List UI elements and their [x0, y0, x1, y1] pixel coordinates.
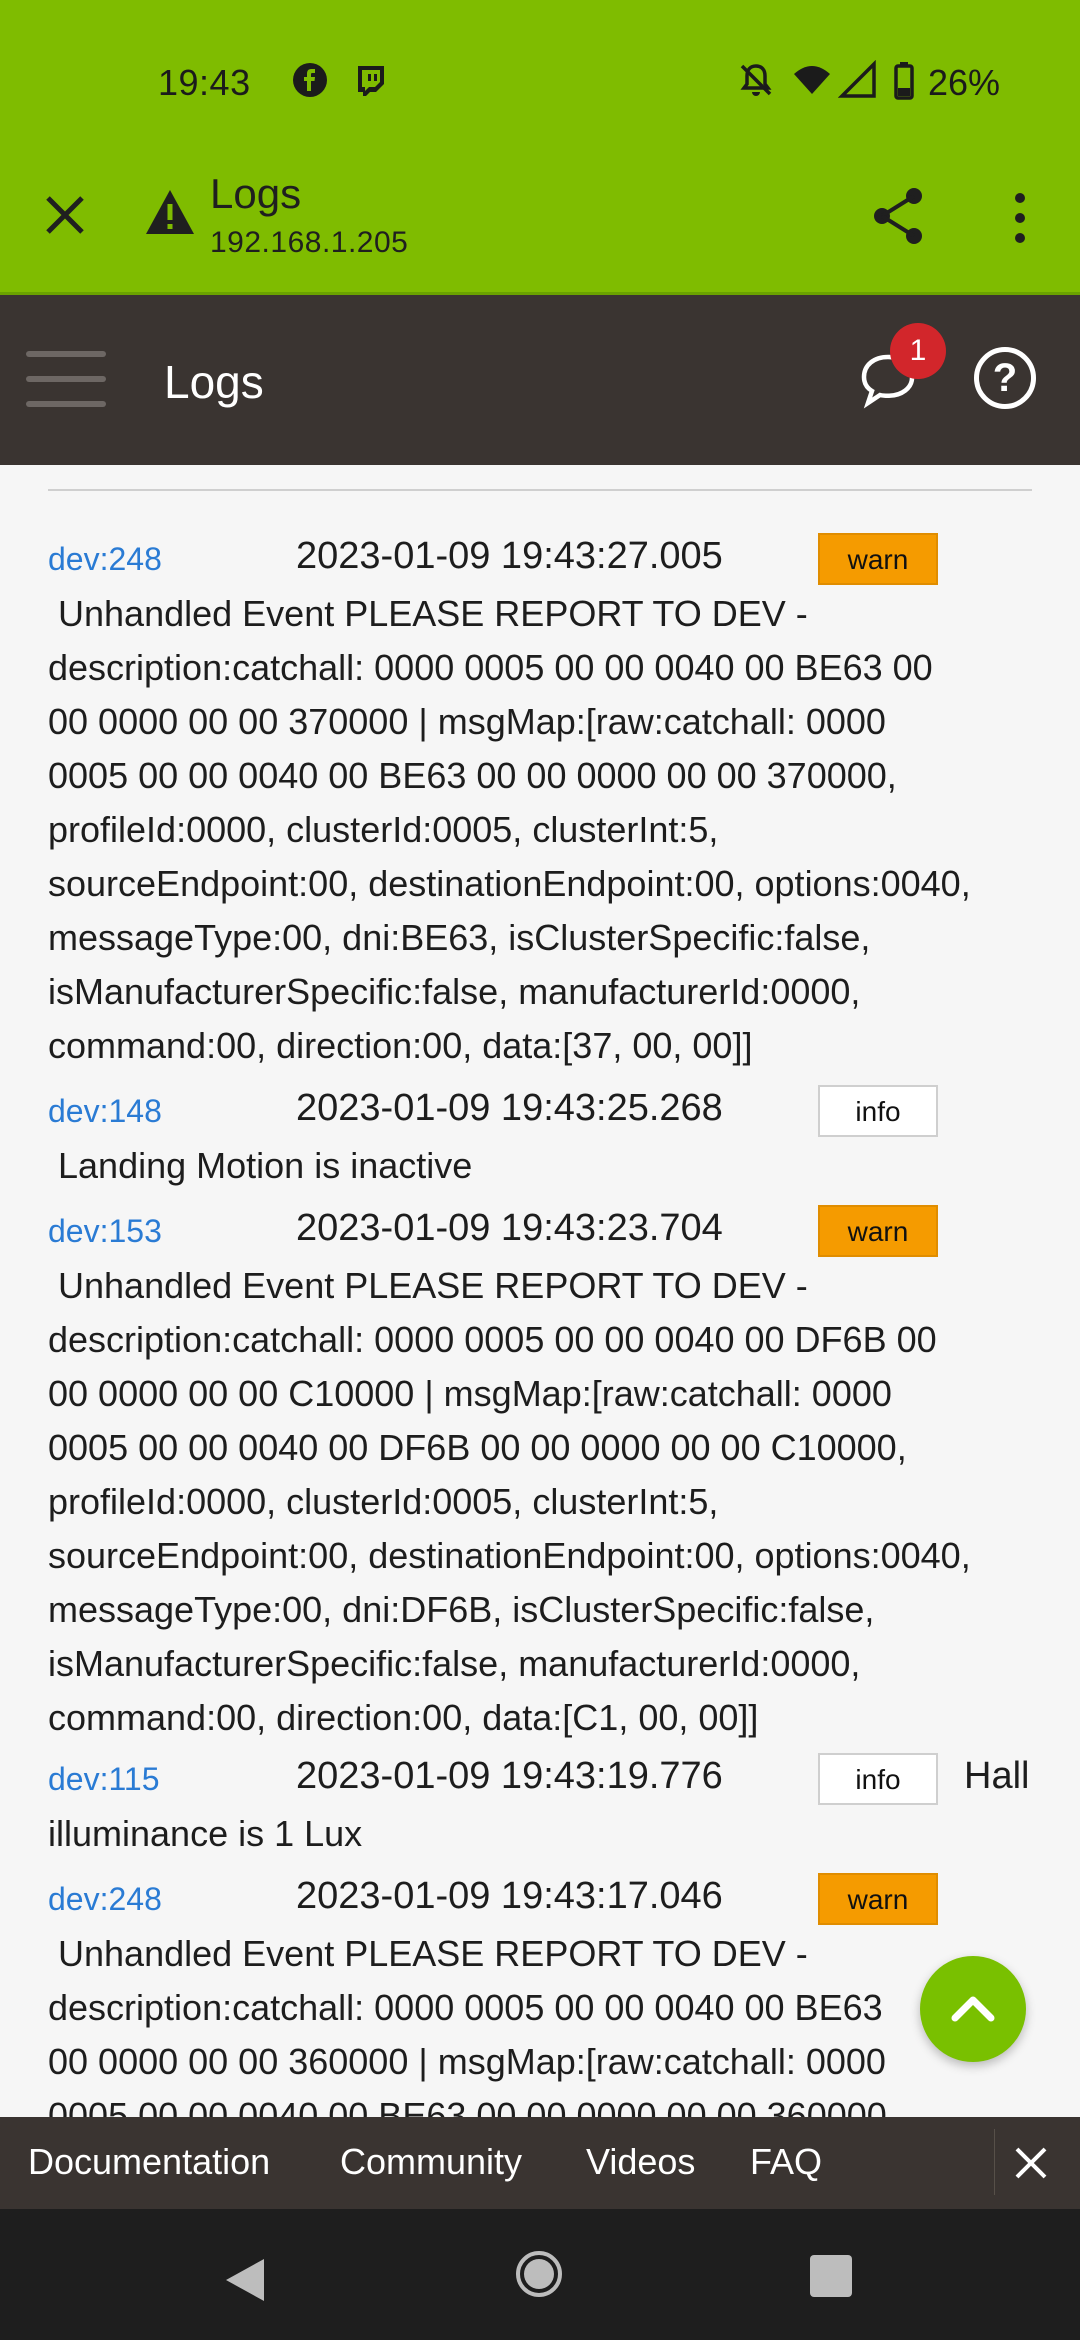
notification-badge: 1 — [890, 323, 946, 379]
warning-icon — [146, 190, 194, 234]
level-badge: warn — [818, 1873, 938, 1925]
home-icon[interactable] — [514, 2249, 564, 2299]
close-icon[interactable] — [40, 190, 90, 240]
close-icon — [1015, 2147, 1047, 2179]
log-message: Unhandled Event PLEASE REPORT TO DEV - d… — [48, 1265, 971, 1738]
level-badge: warn — [818, 1205, 938, 1257]
device-link[interactable]: dev:115 — [48, 1761, 160, 1798]
faq-link[interactable]: FAQ — [750, 2141, 822, 2183]
recents-icon[interactable] — [810, 2255, 852, 2297]
battery-percent: 26% — [928, 62, 1001, 103]
app-bar: Logs 192.168.1.205 — [0, 170, 1080, 295]
back-icon[interactable] — [222, 2255, 268, 2305]
log-entry: dev:148 2023-01-09 19:43:25.268 info Lan… — [48, 1085, 1038, 1193]
log-entry: dev:248 2023-01-09 19:43:17.046 warn Unh… — [48, 1873, 1038, 2117]
status-bar: 19:43 26% — [0, 0, 1080, 170]
log-timestamp: 2023-01-09 19:43:19.776 — [296, 1755, 723, 1797]
muted-bell-icon — [740, 64, 772, 96]
community-link[interactable]: Community — [340, 2141, 522, 2183]
log-list: dev:248 2023-01-09 19:43:27.005 warn Unh… — [0, 465, 1080, 2117]
page-header: Logs 1 ? — [0, 295, 1080, 465]
log-timestamp: 2023-01-09 19:43:27.005 — [296, 535, 723, 577]
level-badge: info — [818, 1753, 938, 1805]
wifi-icon — [794, 66, 830, 94]
device-link[interactable]: dev:153 — [48, 1213, 162, 1250]
footer-links: Documentation Community Videos FAQ — [0, 2117, 1080, 2209]
close-footer-button[interactable] — [994, 2129, 1065, 2195]
twitch-icon — [358, 66, 384, 96]
log-timestamp: 2023-01-09 19:43:17.046 — [296, 1875, 723, 1917]
more-options-icon[interactable] — [1000, 188, 1040, 248]
log-timestamp: 2023-01-09 19:43:25.268 — [296, 1087, 723, 1129]
signal-icon — [838, 60, 876, 98]
page-title: Logs — [164, 356, 264, 408]
battery-icon — [894, 62, 914, 100]
log-message: illuminance is 1 Lux — [48, 1813, 363, 1854]
device-link[interactable]: dev:248 — [48, 1881, 162, 1918]
system-nav-bar — [0, 2209, 1080, 2340]
chevron-up-icon — [951, 1996, 995, 2022]
status-time: 19:43 — [158, 62, 251, 103]
level-badge: info — [818, 1085, 938, 1137]
app-subtitle: 192.168.1.205 — [210, 226, 409, 259]
device-link[interactable]: dev:248 — [48, 541, 162, 578]
help-icon[interactable]: ? — [974, 347, 1036, 409]
scroll-top-button[interactable] — [920, 1956, 1026, 2062]
log-entry: dev:248 2023-01-09 19:43:27.005 warn Unh… — [48, 533, 1038, 1073]
log-message: Unhandled Event PLEASE REPORT TO DEV - d… — [48, 1933, 897, 2117]
log-message: Unhandled Event PLEASE REPORT TO DEV - d… — [48, 593, 971, 1066]
share-icon[interactable] — [870, 186, 926, 246]
log-entry: dev:115 2023-01-09 19:43:19.776 info Hal… — [48, 1753, 1038, 1861]
level-badge: warn — [818, 533, 938, 585]
log-message: Landing Motion is inactive — [48, 1145, 473, 1186]
log-entry: dev:153 2023-01-09 19:43:23.704 warn Unh… — [48, 1205, 1038, 1745]
log-message-start: Hall — [964, 1755, 1030, 1797]
videos-link[interactable]: Videos — [586, 2141, 695, 2183]
divider — [48, 489, 1032, 491]
log-timestamp: 2023-01-09 19:43:23.704 — [296, 1207, 723, 1249]
menu-icon[interactable] — [26, 351, 106, 407]
app-title: Logs — [210, 170, 302, 217]
facebook-icon — [293, 63, 327, 97]
device-link[interactable]: dev:148 — [48, 1093, 162, 1130]
documentation-link[interactable]: Documentation — [28, 2141, 270, 2183]
